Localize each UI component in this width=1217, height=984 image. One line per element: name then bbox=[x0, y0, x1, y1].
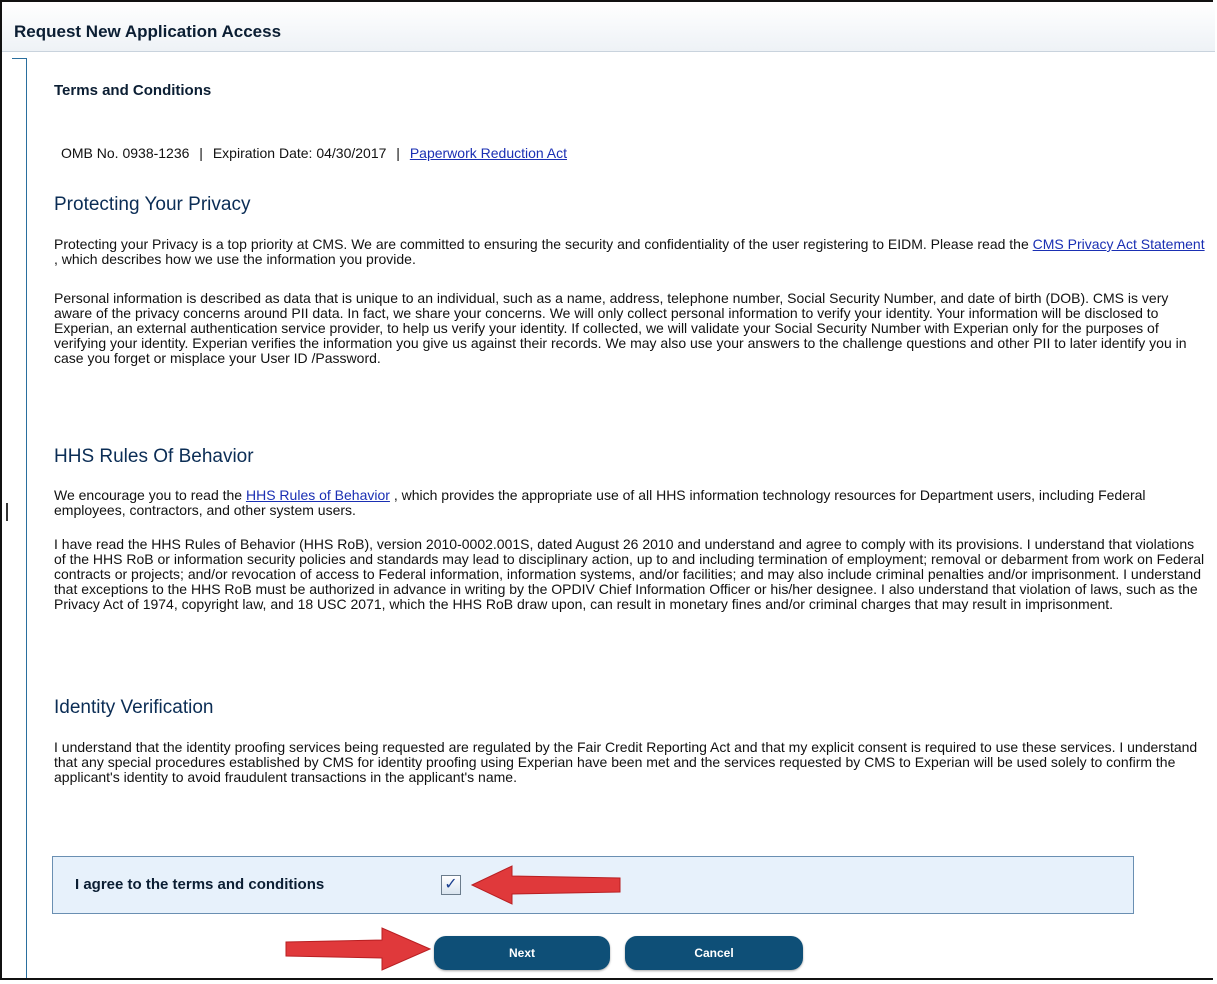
expiration-date: Expiration Date: 04/30/2017 bbox=[212, 145, 387, 161]
rules-paragraph-2: I have read the HHS Rules of Behavior (H… bbox=[54, 536, 1205, 612]
privacy-heading: Protecting Your Privacy bbox=[54, 194, 251, 215]
rules-heading: HHS Rules Of Behavior bbox=[54, 446, 254, 467]
separator: | bbox=[199, 145, 203, 161]
privacy-text: Protecting your Privacy is a top priorit… bbox=[54, 236, 1033, 252]
hhs-rules-of-behavior-link[interactable]: HHS Rules of Behavior bbox=[246, 487, 390, 503]
section-title: Terms and Conditions bbox=[54, 82, 212, 99]
cms-privacy-act-statement-link[interactable]: CMS Privacy Act Statement bbox=[1033, 236, 1205, 252]
content-border-cap bbox=[12, 58, 26, 59]
arrow-annotation-next bbox=[285, 927, 432, 971]
paperwork-reduction-act-link[interactable]: Paperwork Reduction Act bbox=[410, 145, 567, 161]
next-button[interactable]: Next bbox=[434, 936, 610, 970]
page-header: Request New Application Access bbox=[2, 2, 1215, 52]
privacy-paragraph-1: Protecting your Privacy is a top priorit… bbox=[54, 237, 1209, 267]
separator: | bbox=[396, 145, 400, 161]
privacy-paragraph-2: Personal information is described as dat… bbox=[54, 290, 1187, 366]
arrow-annotation-checkbox bbox=[470, 865, 621, 905]
identity-paragraph: I understand that the identity proofing … bbox=[54, 739, 1198, 785]
scroll-marker bbox=[6, 503, 8, 521]
rules-paragraph-1: We encourage you to read the HHS Rules o… bbox=[54, 488, 1209, 518]
content-border bbox=[26, 58, 27, 978]
agree-label: I agree to the terms and conditions bbox=[75, 876, 325, 893]
rules-text: We encourage you to read the bbox=[54, 487, 246, 503]
page-title: Request New Application Access bbox=[14, 22, 282, 41]
omb-info: OMB No. 0938-1236 | Expiration Date: 04/… bbox=[61, 145, 567, 161]
cancel-button[interactable]: Cancel bbox=[625, 936, 803, 970]
omb-number: OMB No. 0938-1236 bbox=[61, 145, 190, 161]
privacy-text: , which describes how we use the informa… bbox=[54, 251, 416, 267]
agree-checkbox[interactable]: ✓ bbox=[441, 875, 461, 895]
identity-heading: Identity Verification bbox=[54, 697, 214, 718]
